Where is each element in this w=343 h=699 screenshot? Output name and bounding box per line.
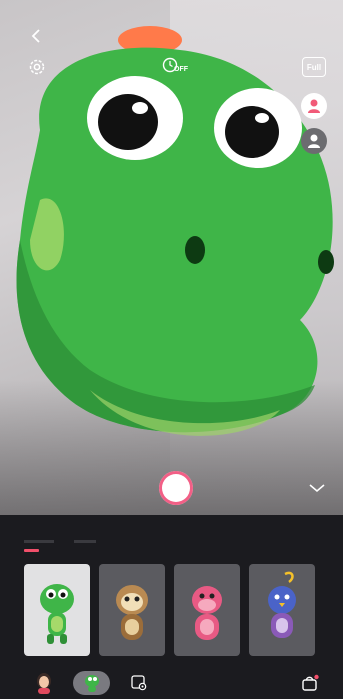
emoji-card-blue-bird[interactable] [249, 564, 315, 656]
camera-viewfinder: OFF Full [0, 0, 343, 515]
full-screen-ratio-button[interactable]: Full [302, 57, 326, 77]
blue-bird-icon [268, 571, 296, 638]
emoji-card-list [24, 564, 315, 656]
my-emoji-avatar-button[interactable] [33, 671, 55, 695]
back-button[interactable] [26, 26, 46, 46]
sticker-settings-icon [131, 675, 147, 691]
dinosaur-icon [40, 584, 74, 644]
bottom-mode-bar [0, 671, 343, 699]
gear-icon [29, 59, 45, 75]
timer-status-label: OFF [174, 66, 188, 73]
emoji-store-button[interactable] [299, 671, 321, 695]
timer-button[interactable]: OFF [162, 56, 188, 78]
emoji-card-sloth[interactable] [99, 564, 165, 656]
tab-category-2[interactable] [74, 535, 96, 547]
settings-button[interactable] [26, 56, 48, 78]
sloth-icon [116, 585, 148, 640]
emoji-category-tabs [24, 535, 96, 547]
dino-left-nostril [185, 236, 205, 264]
collapse-panel-button[interactable] [307, 481, 327, 495]
dino-right-nostril [318, 250, 334, 274]
back-arrow-icon [31, 29, 40, 43]
person-outline-icon [308, 134, 320, 148]
dino-left-pupil [98, 94, 158, 150]
person-icon [308, 99, 320, 113]
dino-right-pupil [225, 106, 279, 158]
active-tab-indicator [24, 549, 39, 552]
emoji-card-pink-creature[interactable] [174, 564, 240, 656]
tab-category-1[interactable] [24, 535, 54, 547]
ar-emoji-mode-button[interactable] [73, 671, 110, 695]
my-emoji-button[interactable] [301, 93, 327, 119]
avatar-icon [37, 673, 51, 694]
shutter-button[interactable] [159, 471, 193, 505]
body-emoji-button[interactable] [301, 128, 327, 154]
sticker-mode-button[interactable] [128, 671, 150, 695]
pink-creature-icon [192, 586, 222, 640]
dinosaur-icon [84, 675, 99, 692]
shopping-bag-icon [302, 674, 319, 691]
chevron-down-icon [309, 484, 325, 493]
emoji-card-dinosaur[interactable] [24, 564, 90, 656]
